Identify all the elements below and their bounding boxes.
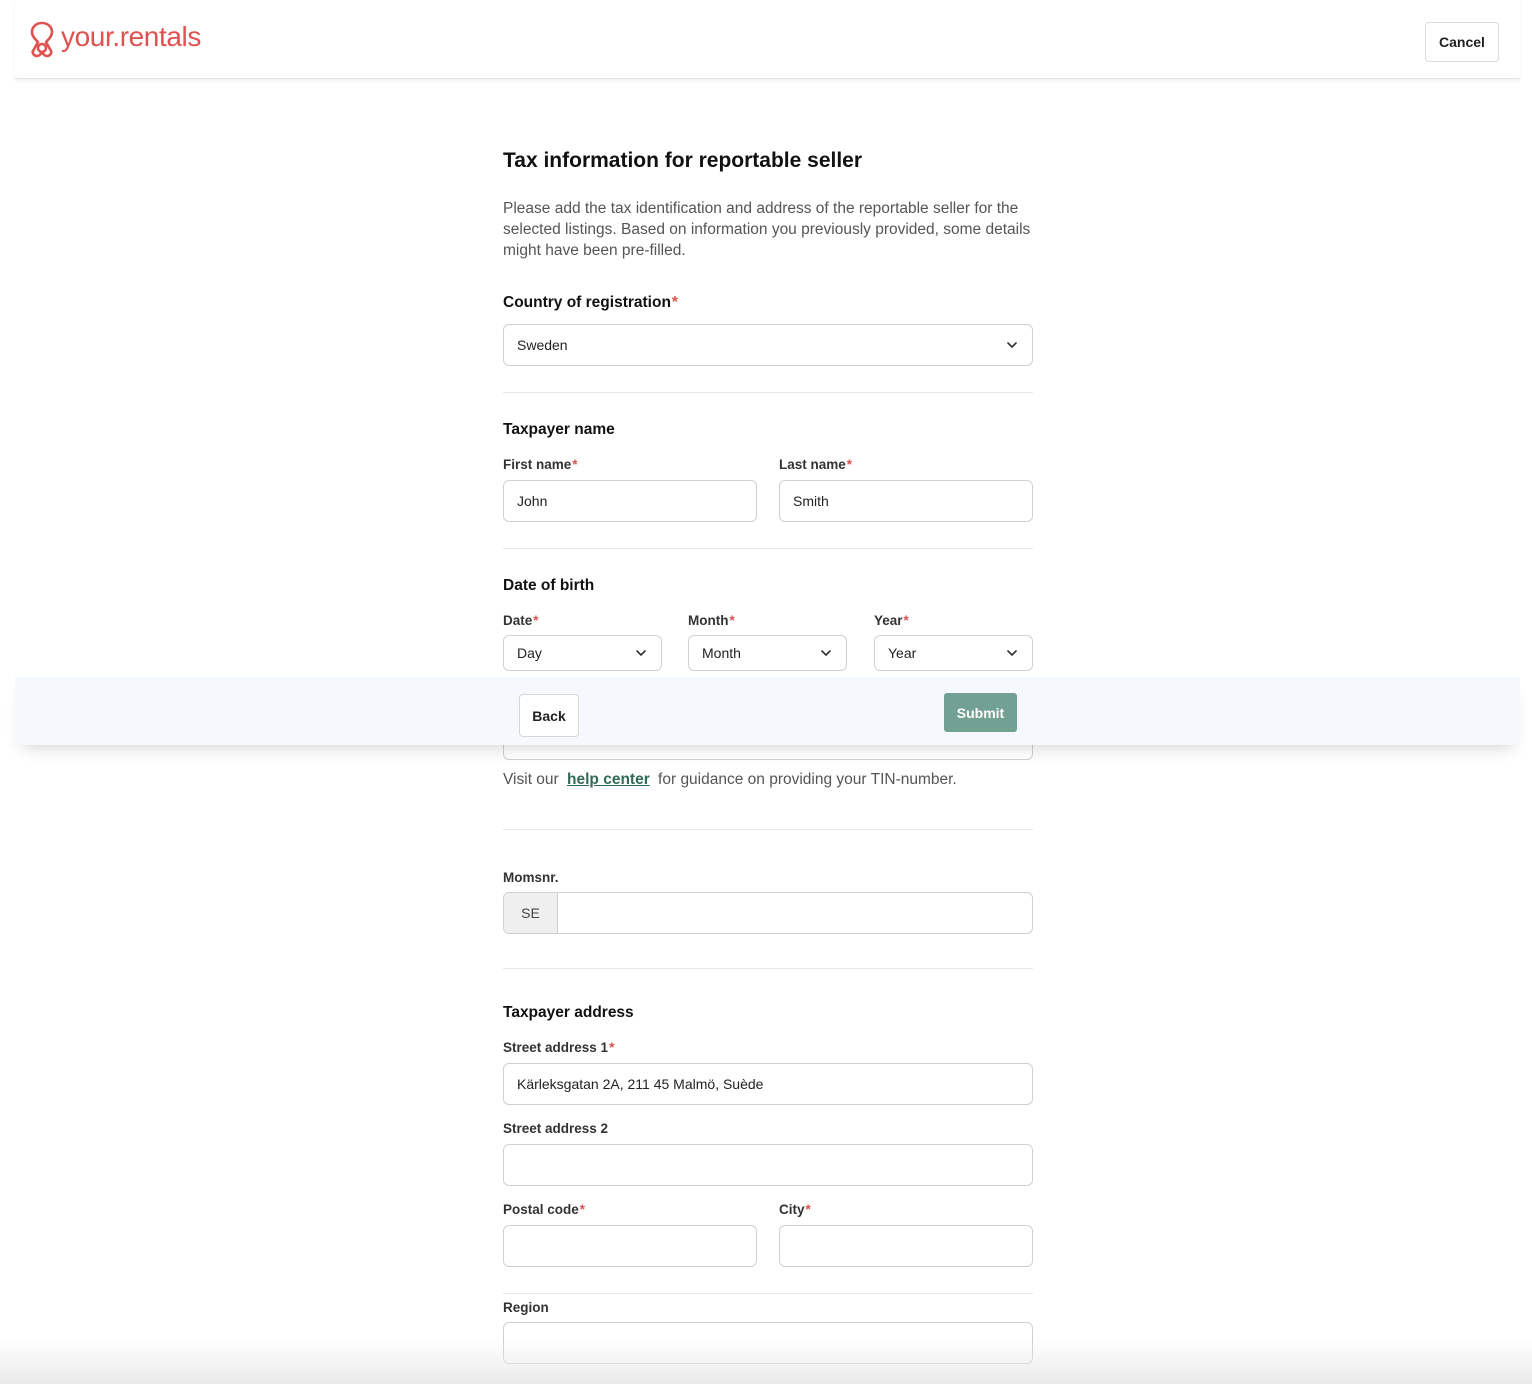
vat-prefix: SE bbox=[504, 893, 558, 933]
help-center-link[interactable]: help center bbox=[567, 771, 650, 788]
day-select[interactable]: Day bbox=[503, 635, 662, 671]
country-label: Country of registration* bbox=[503, 294, 678, 311]
last-name-input[interactable]: Smith bbox=[779, 480, 1033, 522]
page-description: Please add the tax identification and ad… bbox=[503, 200, 1031, 259]
action-bar: Back Submit bbox=[15, 677, 1520, 745]
divider bbox=[503, 548, 1033, 549]
vat-label: Momsnr. bbox=[503, 870, 559, 885]
chevron-down-icon bbox=[821, 650, 831, 656]
chevron-down-icon bbox=[1007, 342, 1017, 348]
tin-help-text: Visit our help center for guidance on pr… bbox=[503, 771, 957, 788]
cancel-button[interactable]: Cancel bbox=[1425, 22, 1499, 62]
postal-code-input[interactable] bbox=[503, 1225, 757, 1267]
bottom-fade bbox=[0, 1340, 1532, 1384]
taxpayer-address-title: Taxpayer address bbox=[503, 1004, 634, 1021]
divider bbox=[503, 1293, 1033, 1294]
month-label: Month* bbox=[688, 613, 735, 628]
chevron-down-icon bbox=[1007, 650, 1017, 656]
month-value: Month bbox=[702, 645, 741, 661]
divider bbox=[503, 968, 1033, 969]
taxpayer-name-title: Taxpayer name bbox=[503, 421, 615, 438]
last-name-label: Last name* bbox=[779, 457, 853, 472]
submit-button[interactable]: Submit bbox=[944, 693, 1017, 732]
first-name-label: First name* bbox=[503, 457, 578, 472]
vat-input-group: SE bbox=[503, 892, 1033, 934]
back-button[interactable]: Back bbox=[519, 694, 579, 737]
country-value: Sweden bbox=[517, 337, 568, 353]
required-marker: * bbox=[671, 294, 678, 311]
month-select[interactable]: Month bbox=[688, 635, 847, 671]
divider bbox=[503, 829, 1033, 830]
date-of-birth-title: Date of birth bbox=[503, 577, 595, 594]
logo-text: your.rentals bbox=[61, 21, 201, 52]
region-label: Region bbox=[503, 1300, 549, 1315]
divider bbox=[503, 392, 1033, 393]
street2-label: Street address 2 bbox=[503, 1121, 609, 1136]
city-input[interactable] bbox=[779, 1225, 1033, 1267]
date-label: Date* bbox=[503, 613, 539, 628]
page-title: Tax information for reportable seller bbox=[503, 149, 863, 172]
brand-logo[interactable]: your.rentals bbox=[27, 20, 201, 58]
first-name-input[interactable]: John bbox=[503, 480, 757, 522]
year-label: Year* bbox=[874, 613, 909, 628]
year-value: Year bbox=[888, 645, 917, 661]
vat-input[interactable] bbox=[558, 893, 1032, 933]
logo-mark-icon bbox=[30, 21, 54, 58]
street1-input[interactable]: Kärleksgatan 2A, 211 45 Malmö, Suède bbox=[503, 1063, 1033, 1105]
street2-input[interactable] bbox=[503, 1144, 1033, 1186]
country-select[interactable]: Sweden bbox=[503, 324, 1033, 366]
city-label: City* bbox=[779, 1202, 811, 1217]
postal-code-label: Postal code* bbox=[503, 1202, 586, 1217]
page: your.rentals Cancel Tax information for … bbox=[0, 0, 1532, 1384]
year-select[interactable]: Year bbox=[874, 635, 1033, 671]
day-value: Day bbox=[517, 645, 542, 661]
top-header: your.rentals Cancel bbox=[15, 0, 1520, 79]
street1-label: Street address 1* bbox=[503, 1040, 615, 1055]
chevron-down-icon bbox=[636, 650, 646, 656]
